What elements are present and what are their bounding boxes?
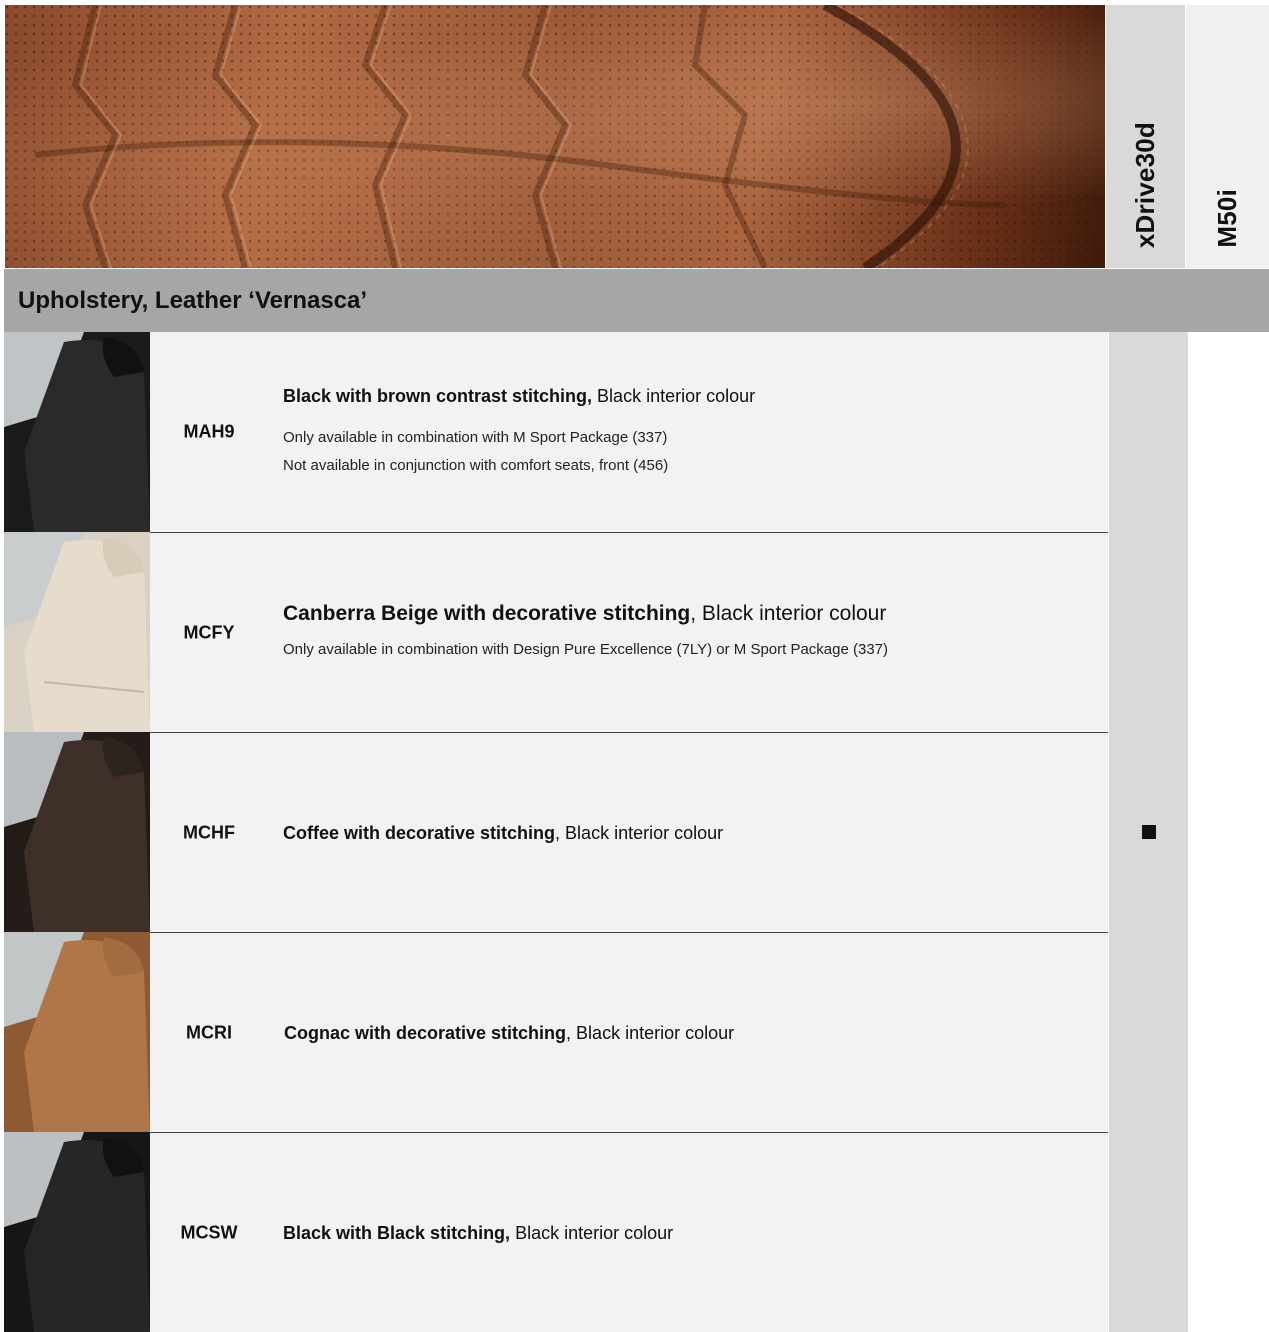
column-label: M50i [1212, 189, 1242, 248]
option-code: MCHF [183, 822, 235, 842]
option-note: Only available in combination with Desig… [283, 640, 889, 658]
availability-cell-xdrive30d [1109, 932, 1188, 1132]
option-code: MCRI [186, 1022, 232, 1042]
option-title-bold: Black with brown contrast stitching, [283, 386, 593, 406]
column-header-m50i: M50i [1186, 5, 1269, 268]
option-description: Canberra Beige with decorative stitching… [283, 602, 1088, 664]
seat-image [4, 332, 150, 532]
leather-quilting-pattern [34, 5, 1006, 268]
option-title-rest: Black interior colour [510, 1222, 674, 1243]
seat-image [4, 732, 150, 932]
availability-cell-xdrive30d [1109, 532, 1188, 732]
seat-thumbnail [4, 332, 150, 532]
table-row: MCHF Coffee with decorative stitching, B… [4, 732, 1269, 932]
option-description: Black with brown contrast stitching, Bla… [283, 384, 1088, 480]
table-row: MCFY Canberra Beige with decorative stit… [4, 532, 1269, 732]
option-title: Black with Black stitching, Black interi… [283, 1221, 1088, 1245]
availability-cell-m50i [1188, 932, 1269, 1132]
row-content: MCRI Cognac with decorative stitching, B… [150, 932, 1108, 1132]
option-title: Coffee with decorative stitching, Black … [283, 821, 1088, 845]
seat-thumbnail [4, 532, 150, 732]
option-title-rest: Black interior colour [592, 386, 756, 406]
availability-cell-m50i [1188, 332, 1269, 532]
option-title-rest: , Black interior colour [555, 822, 724, 843]
option-title-bold: Cognac with decorative stitching [284, 1022, 567, 1043]
table-row: MAH9 Black with brown contrast stitching… [4, 332, 1269, 532]
seat-thumbnail [4, 932, 150, 1132]
option-description: Coffee with decorative stitching, Black … [283, 821, 1088, 845]
seat-image [4, 1132, 150, 1332]
section-title: Upholstery, Leather ‘Vernasca’ [18, 286, 368, 314]
availability-cell-m50i [1188, 1132, 1269, 1332]
row-content: MCHF Coffee with decorative stitching, B… [150, 732, 1108, 932]
option-code: MCFY [183, 622, 235, 642]
option-code: MCSW [180, 1222, 238, 1242]
availability-cell-m50i [1188, 732, 1269, 932]
option-code: MAH9 [183, 421, 235, 442]
seat-image [4, 932, 150, 1132]
option-title-rest: , Black interior colour [690, 601, 887, 625]
column-header-xdrive30d: xDrive30d [1106, 5, 1185, 268]
availability-cell-xdrive30d [1109, 732, 1188, 932]
availability-cell-m50i [1188, 532, 1269, 732]
option-notes: Only available in combination with M Spo… [283, 424, 1088, 480]
option-note: Only available in combination with M Spo… [283, 429, 668, 446]
option-title: Cognac with decorative stitching, Black … [284, 1021, 1088, 1045]
table-row: MCSW Black with Black stitching, Black i… [4, 1132, 1269, 1332]
availability-cell-xdrive30d [1109, 1132, 1188, 1332]
option-notes: Only available in combination with Desig… [283, 636, 1088, 664]
option-description: Cognac with decorative stitching, Black … [284, 1021, 1088, 1045]
option-description: Black with Black stitching, Black interi… [283, 1221, 1088, 1245]
row-content: MCFY Canberra Beige with decorative stit… [150, 532, 1108, 732]
seat-thumbnail [4, 732, 150, 932]
column-label: xDrive30d [1130, 121, 1160, 248]
option-title-bold: Coffee with decorative stitching [283, 822, 556, 843]
option-title-bold: Black with Black stitching, [283, 1222, 511, 1243]
option-title-rest: , Black interior colour [566, 1022, 735, 1043]
option-title: Canberra Beige with decorative stitching… [283, 602, 1088, 626]
hero-leather-image [5, 5, 1105, 268]
section-header: Upholstery, Leather ‘Vernasca’ [4, 269, 1269, 332]
seat-image [4, 532, 150, 732]
row-content: MAH9 Black with brown contrast stitching… [150, 332, 1108, 532]
standard-equipment-marker [1141, 825, 1156, 839]
option-title-bold: Canberra Beige with decorative stitching [283, 601, 691, 625]
option-note: Not available in conjunction with comfor… [283, 457, 669, 474]
availability-cell-xdrive30d [1109, 332, 1188, 532]
row-content: MCSW Black with Black stitching, Black i… [150, 1132, 1108, 1332]
table-row: MCRI Cognac with decorative stitching, B… [4, 932, 1269, 1132]
seat-thumbnail [4, 1132, 150, 1332]
option-title: Black with brown contrast stitching, Bla… [283, 384, 1088, 408]
